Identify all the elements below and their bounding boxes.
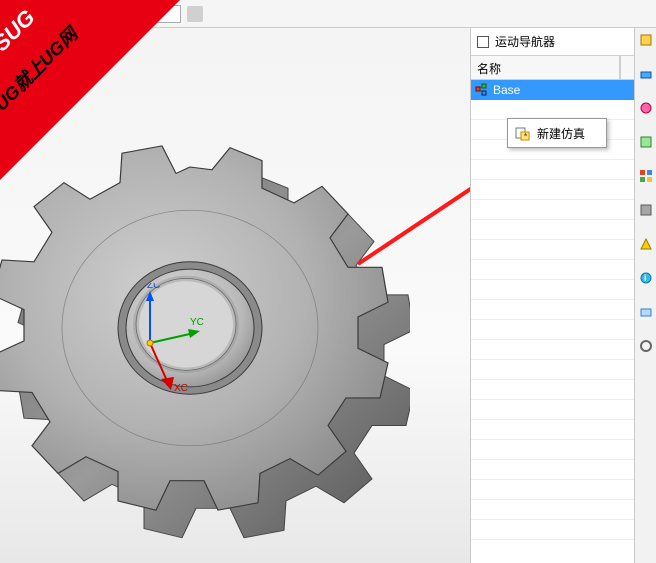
annotation-arrow [340, 168, 470, 278]
menu-item-new-simulation[interactable]: * 新建仿真 [511, 122, 603, 144]
panel-title: 运动导航器 [495, 33, 555, 50]
strip-icon[interactable] [638, 202, 654, 218]
top-toolbar [0, 0, 656, 28]
new-sim-icon: * [515, 125, 531, 141]
strip-icon[interactable] [638, 66, 654, 82]
strip-icon[interactable] [638, 168, 654, 184]
toolbar-button[interactable] [187, 6, 203, 22]
panel-checkbox-icon[interactable] [477, 36, 489, 48]
strip-icon[interactable]: i [638, 270, 654, 286]
tree-root-label: Base [493, 83, 520, 97]
toolbar-combo[interactable] [139, 5, 181, 23]
strip-icon[interactable] [638, 304, 654, 320]
tree-row-root[interactable]: Base [471, 80, 634, 100]
context-menu: * 新建仿真 [507, 118, 607, 148]
svg-text:i: i [644, 273, 647, 283]
panel-header: 运动导航器 [471, 28, 634, 56]
axis-y-label: YC [190, 317, 204, 328]
3d-viewport[interactable]: ZC YC XC [0, 28, 470, 563]
strip-icon[interactable] [638, 236, 654, 252]
toolbar-button[interactable] [7, 6, 23, 22]
motion-navigator-panel: 运动导航器 名称 Base * 新建仿真 [471, 28, 634, 563]
tree-root-icon [475, 83, 489, 97]
column-extra[interactable] [620, 56, 634, 79]
toolbar-combo[interactable] [60, 5, 102, 23]
column-name[interactable]: 名称 [471, 56, 620, 79]
toolbar-button[interactable] [117, 6, 133, 22]
right-icon-strip: i [634, 28, 656, 563]
axis-x-label: XC [174, 383, 188, 394]
csys-triad[interactable]: ZC YC XC [100, 283, 220, 403]
axis-z-label: ZC [147, 283, 160, 291]
toolbar-button[interactable] [29, 6, 45, 22]
column-header-row: 名称 [471, 56, 634, 80]
tree-grid [471, 100, 634, 563]
strip-icon[interactable] [638, 32, 654, 48]
menu-item-label: 新建仿真 [537, 125, 585, 142]
strip-icon[interactable] [638, 100, 654, 116]
strip-icon[interactable] [638, 134, 654, 150]
strip-icon[interactable] [638, 338, 654, 354]
